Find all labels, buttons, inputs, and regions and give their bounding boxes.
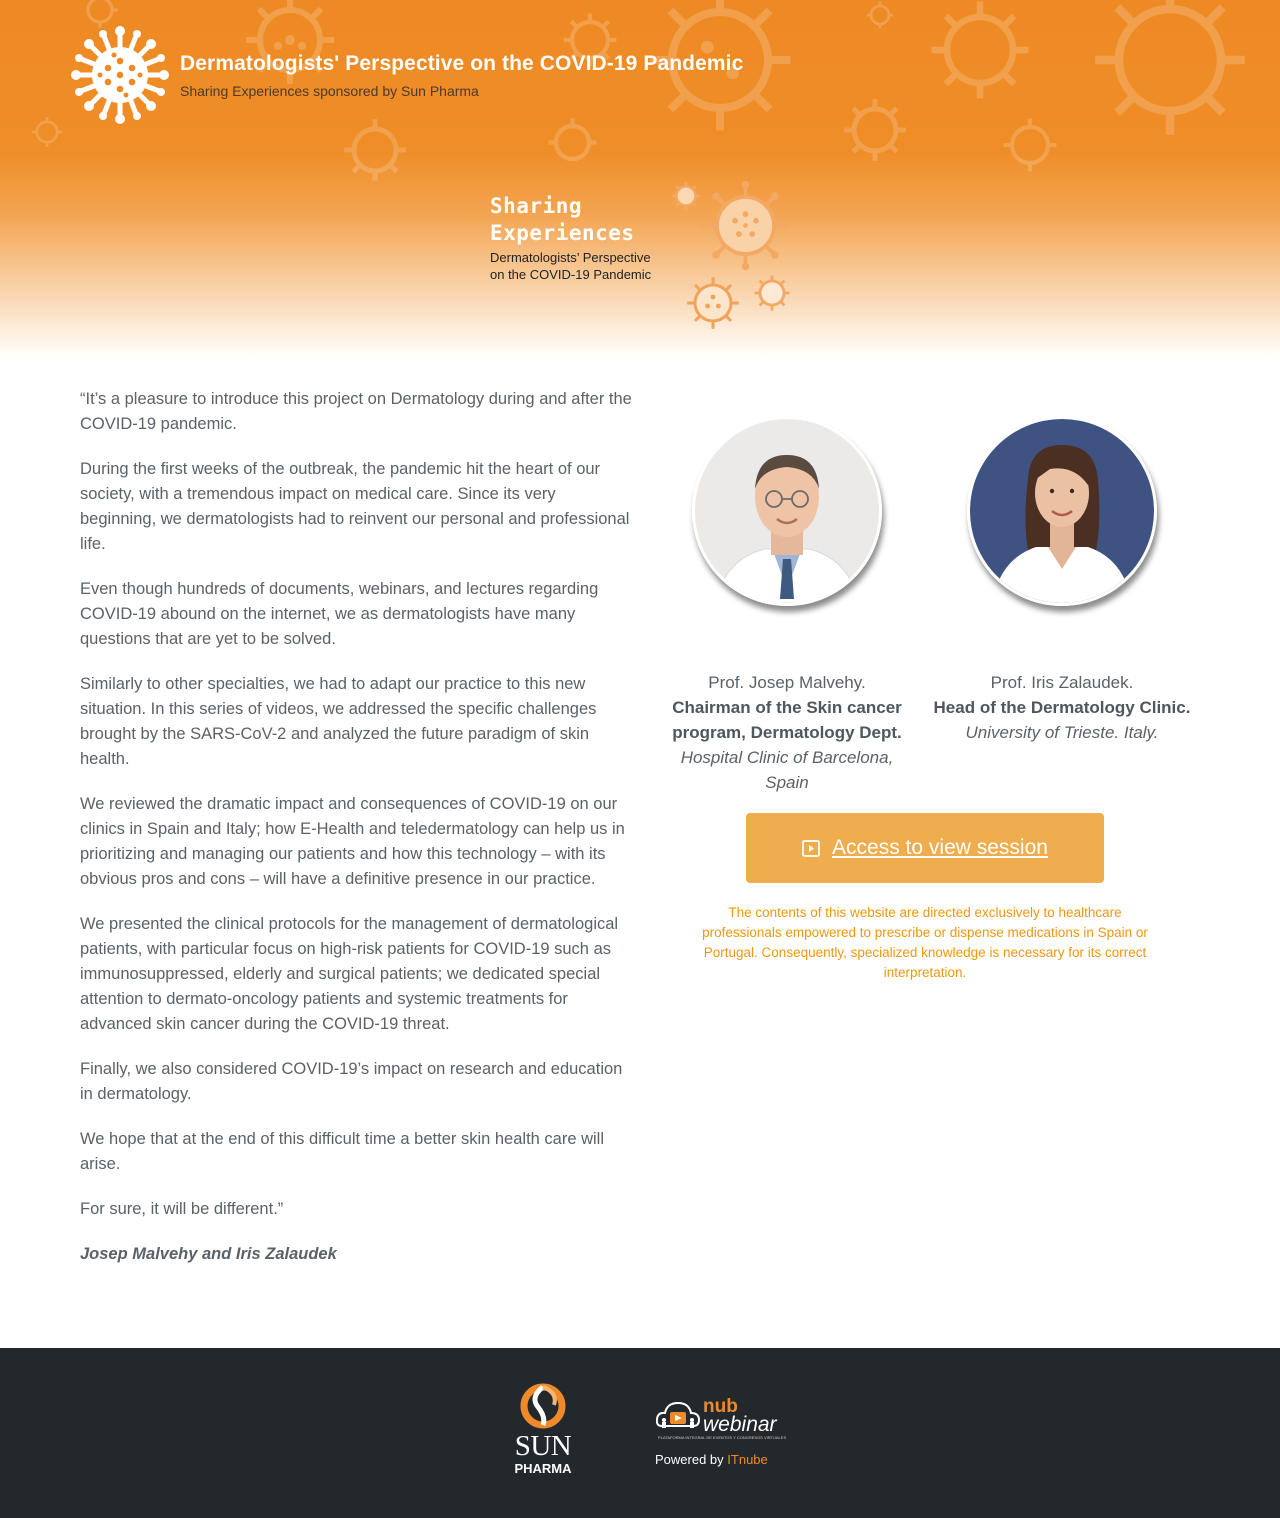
cloud-play-icon — [655, 1401, 701, 1428]
nub-webinar-logo[interactable]: nub webinar PLATAFORMA INTEGRAL DE EVENT… — [655, 1396, 791, 1443]
intro-paragraph: Similarly to other specialties, we had t… — [80, 675, 597, 768]
speaker-institution: Hospital Clinic of Barcelona, Spain — [680, 748, 894, 792]
virus-decoration-icon — [865, 0, 895, 30]
virus-decoration-icon — [240, 0, 340, 90]
virus-decoration-icon — [545, 115, 600, 170]
webinar-word: webinar — [703, 1413, 777, 1436]
main-content: “It’s a pleasure to introduce this proje… — [0, 360, 1280, 1348]
page-header: Dermatologists' Perspective on the COVID… — [0, 0, 1280, 360]
speaker-card-zalaudek: Prof. Iris Zalaudek. Head of the Dermato… — [932, 416, 1192, 745]
sharing-experiences-logo: Sharing Experiences Dermatologists’ Pers… — [488, 178, 793, 334]
speaker-role: Head of the Dermatology Clinic. — [933, 698, 1191, 717]
virus-decoration-icon — [30, 115, 64, 149]
intro-paragraph: During the first weeks of the outbreak, … — [80, 460, 630, 553]
virus-decoration-icon — [340, 115, 410, 185]
speaker-role: Chairman of the Skin cancer program, Der… — [672, 698, 902, 742]
brand-logo-virus-icon[interactable] — [70, 25, 170, 125]
virus-decoration-icon — [1000, 115, 1060, 175]
intro-letter: “It’s a pleasure to introduce this proje… — [80, 387, 632, 1287]
hero-line-2: Experiences — [490, 221, 635, 245]
intro-paragraph: For sure, it will be different.” — [80, 1200, 284, 1218]
play-icon — [802, 839, 820, 857]
speaker-name: Prof. Iris Zalaudek. — [990, 673, 1134, 692]
virus-decoration-icon — [1085, 0, 1255, 145]
platform-tagline: PLATAFORMA INTEGRAL DE EVENTOS Y CONGRES… — [658, 1435, 787, 1440]
virus-icon — [752, 273, 792, 318]
pharma-word: PHARMA — [514, 1461, 572, 1476]
intro-paragraph: “It’s a pleasure to introduce this proje… — [80, 390, 632, 433]
speaker-name: Prof. Josep Malvehy. — [708, 673, 866, 692]
access-session-label: Access to view session — [832, 836, 1048, 859]
avatar — [692, 416, 882, 606]
disclaimer-text: The contents of this website are directe… — [702, 905, 1148, 980]
powered-by: Powered by ITnube — [655, 1452, 768, 1467]
virus-icon — [683, 273, 743, 338]
itnube-link[interactable]: ITnube — [727, 1452, 767, 1467]
virus-icon — [698, 178, 793, 278]
site-title[interactable]: Dermatologists' Perspective on the COVID… — [180, 52, 743, 76]
intro-paragraph: Finally, we also considered COVID-19’s i… — [80, 1060, 623, 1103]
access-session-button[interactable]: Access to view session — [746, 813, 1104, 883]
page-footer: SUN PHARMA nub webinar PLATAFORMA INTEGR… — [0, 1348, 1280, 1518]
hero-line-3: Dermatologists’ Perspective — [490, 250, 651, 265]
hero-line-4: on the COVID-19 Pandemic — [490, 267, 652, 282]
sun-word: SUN — [514, 1430, 572, 1462]
signature: Josep Malvehy and Iris Zalaudek — [80, 1245, 337, 1263]
sun-pharma-swirl-icon — [520, 1383, 566, 1429]
site-subtitle: Sharing Experiences sponsored by Sun Pha… — [180, 83, 479, 99]
speaker-institution: University of Trieste. Italy. — [965, 723, 1159, 742]
sun-pharma-logo[interactable]: SUN PHARMA — [508, 1383, 578, 1476]
hero-line-1: Sharing — [490, 194, 583, 218]
powered-by-prefix: Powered by — [655, 1452, 724, 1467]
intro-paragraph: We presented the clinical protocols for … — [80, 915, 619, 1033]
speaker-card-malvehy: Prof. Josep Malvehy. Chairman of the Ski… — [657, 416, 917, 795]
intro-paragraph: We hope that at the end of this difficul… — [80, 1130, 605, 1173]
virus-icon — [670, 180, 702, 217]
intro-paragraph: We reviewed the dramatic impact and cons… — [80, 795, 625, 888]
avatar — [967, 416, 1157, 606]
virus-decoration-icon — [840, 95, 910, 165]
virus-decoration-icon — [925, 0, 1035, 105]
intro-paragraph: Even though hundreds of documents, webin… — [80, 580, 599, 648]
